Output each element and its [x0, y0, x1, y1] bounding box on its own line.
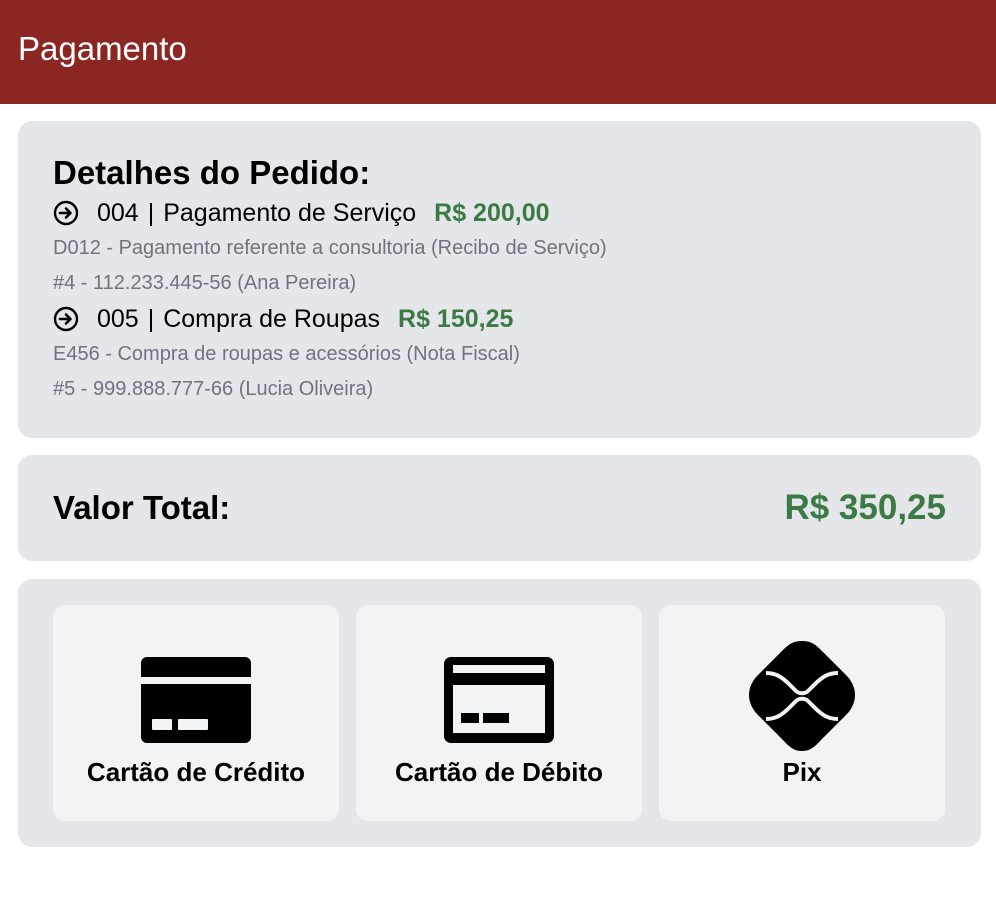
order-item-main: 005 | Compra de Roupas R$ 150,25 — [53, 301, 946, 337]
order-item: 004 | Pagamento de Serviço R$ 200,00 D01… — [53, 195, 946, 301]
order-details-heading: Detalhes do Pedido: — [53, 154, 371, 191]
order-amount: R$ 200,00 — [434, 198, 550, 227]
arrow-right-circle-icon — [53, 306, 79, 332]
payment-methods-card: Cartão de Crédito Cartão de Débito Pix — [18, 579, 981, 847]
order-name: Compra de Roupas — [163, 304, 381, 333]
pix-icon — [749, 641, 855, 751]
order-amount: R$ 150,25 — [398, 304, 514, 333]
order-customer: #5 - 999.888.777-66 (Lucia Oliveira) — [53, 378, 374, 400]
order-customer: #4 - 112.233.445-56 (Ana Pereira) — [53, 272, 357, 294]
order-item: 005 | Compra de Roupas R$ 150,25 E456 - … — [53, 301, 946, 407]
order-details-card: Detalhes do Pedido: 004 | Pagamento de S… — [18, 121, 981, 438]
pix-label: Pix — [782, 757, 822, 787]
arrow-right-circle-icon — [53, 200, 79, 226]
total-label: Valor Total: — [53, 489, 231, 526]
order-code: 005 — [97, 304, 139, 333]
order-code: 004 — [97, 198, 139, 227]
credit-card-button[interactable]: Cartão de Crédito — [53, 605, 339, 821]
order-item-main: 004 | Pagamento de Serviço R$ 200,00 — [53, 195, 946, 231]
pix-button[interactable]: Pix — [659, 605, 945, 821]
order-separator: | — [147, 198, 155, 227]
order-name: Pagamento de Serviço — [163, 198, 417, 227]
credit-card-label: Cartão de Crédito — [86, 757, 306, 787]
order-description: D012 - Pagamento referente a consultoria… — [53, 237, 607, 259]
credit-card-icon — [141, 657, 251, 743]
order-separator: | — [147, 304, 155, 333]
page-title: Pagamento — [18, 30, 187, 67]
total-card: Valor Total: R$ 350,25 — [18, 455, 981, 561]
debit-card-label: Cartão de Débito — [394, 757, 604, 787]
total-value: R$ 350,25 — [784, 488, 946, 527]
order-description: E456 - Compra de roupas e acessórios (No… — [53, 343, 520, 365]
debit-card-button[interactable]: Cartão de Débito — [356, 605, 642, 821]
debit-card-icon — [444, 657, 554, 743]
app-header: Pagamento — [0, 0, 996, 104]
